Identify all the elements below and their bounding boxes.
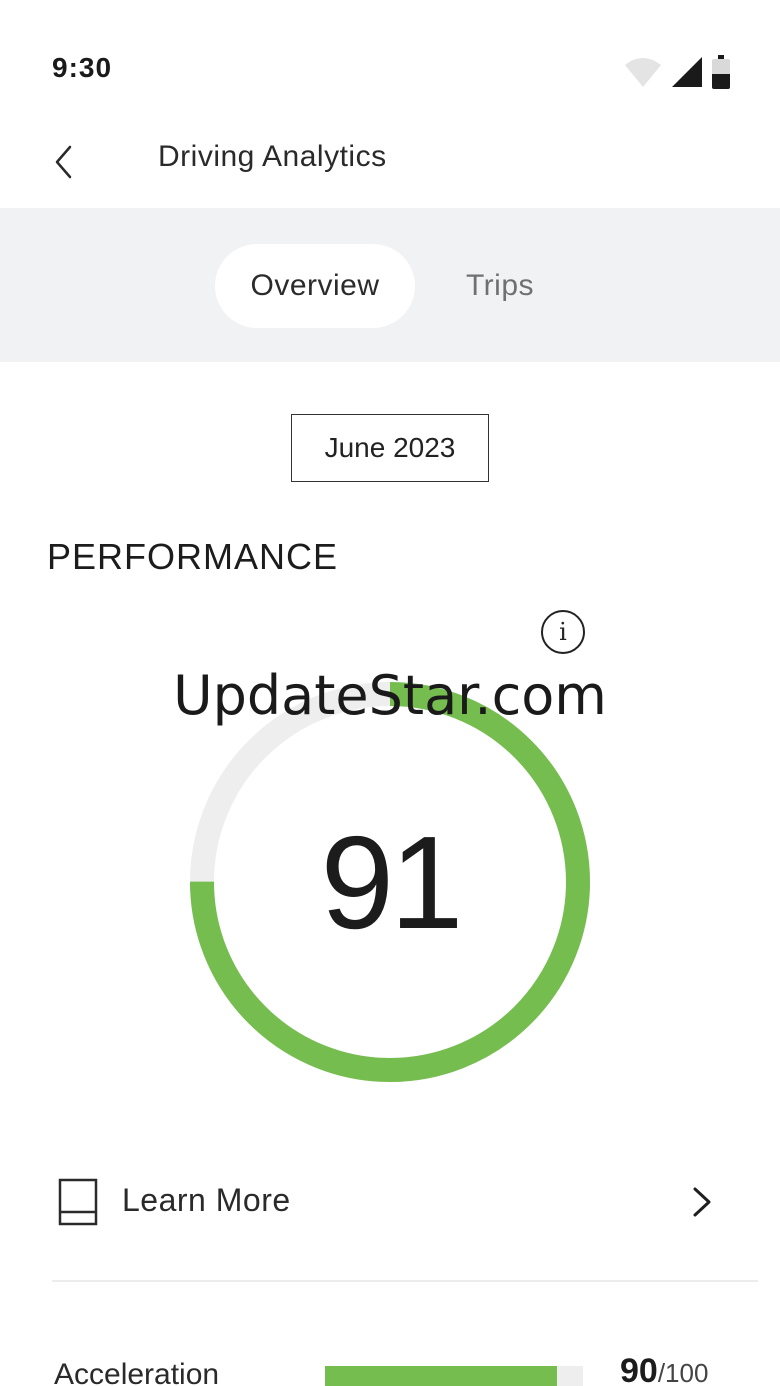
divider [52, 1280, 758, 1282]
metric-label-acceleration: Acceleration [54, 1358, 220, 1386]
signal-icon [672, 57, 702, 87]
tab-trips[interactable]: Trips [435, 244, 565, 328]
tab-bar: Overview Trips [0, 208, 780, 362]
chevron-left-icon [55, 145, 72, 179]
month-selector[interactable]: June 2023 [291, 414, 489, 482]
back-button[interactable] [44, 140, 84, 184]
page-title: Driving Analytics [158, 140, 387, 173]
status-time: 9:30 [52, 52, 113, 83]
performance-score: 91 [320, 808, 464, 956]
metric-value-acceleration: 90/100 [620, 1352, 708, 1386]
watermark: UpdateStar.com [173, 664, 607, 727]
status-bar: 9:30 [0, 0, 780, 120]
book-icon [58, 1178, 98, 1226]
tab-overview[interactable]: Overview [215, 244, 415, 328]
metric-max: /100 [657, 1358, 709, 1386]
learn-more-label: Learn More [122, 1182, 291, 1218]
chevron-right-icon [693, 1187, 711, 1217]
learn-more-row[interactable]: Learn More [52, 1150, 728, 1254]
metric-score: 90 [620, 1352, 658, 1386]
section-title-performance: PERFORMANCE [47, 536, 339, 577]
app-header: Driving Analytics [0, 120, 780, 208]
metric-bar-acceleration [325, 1366, 583, 1386]
metric-bar-fill [325, 1366, 558, 1386]
status-icons [624, 52, 730, 92]
battery-icon [712, 55, 730, 89]
wifi-icon [625, 58, 661, 87]
info-icon[interactable]: i [541, 610, 585, 654]
